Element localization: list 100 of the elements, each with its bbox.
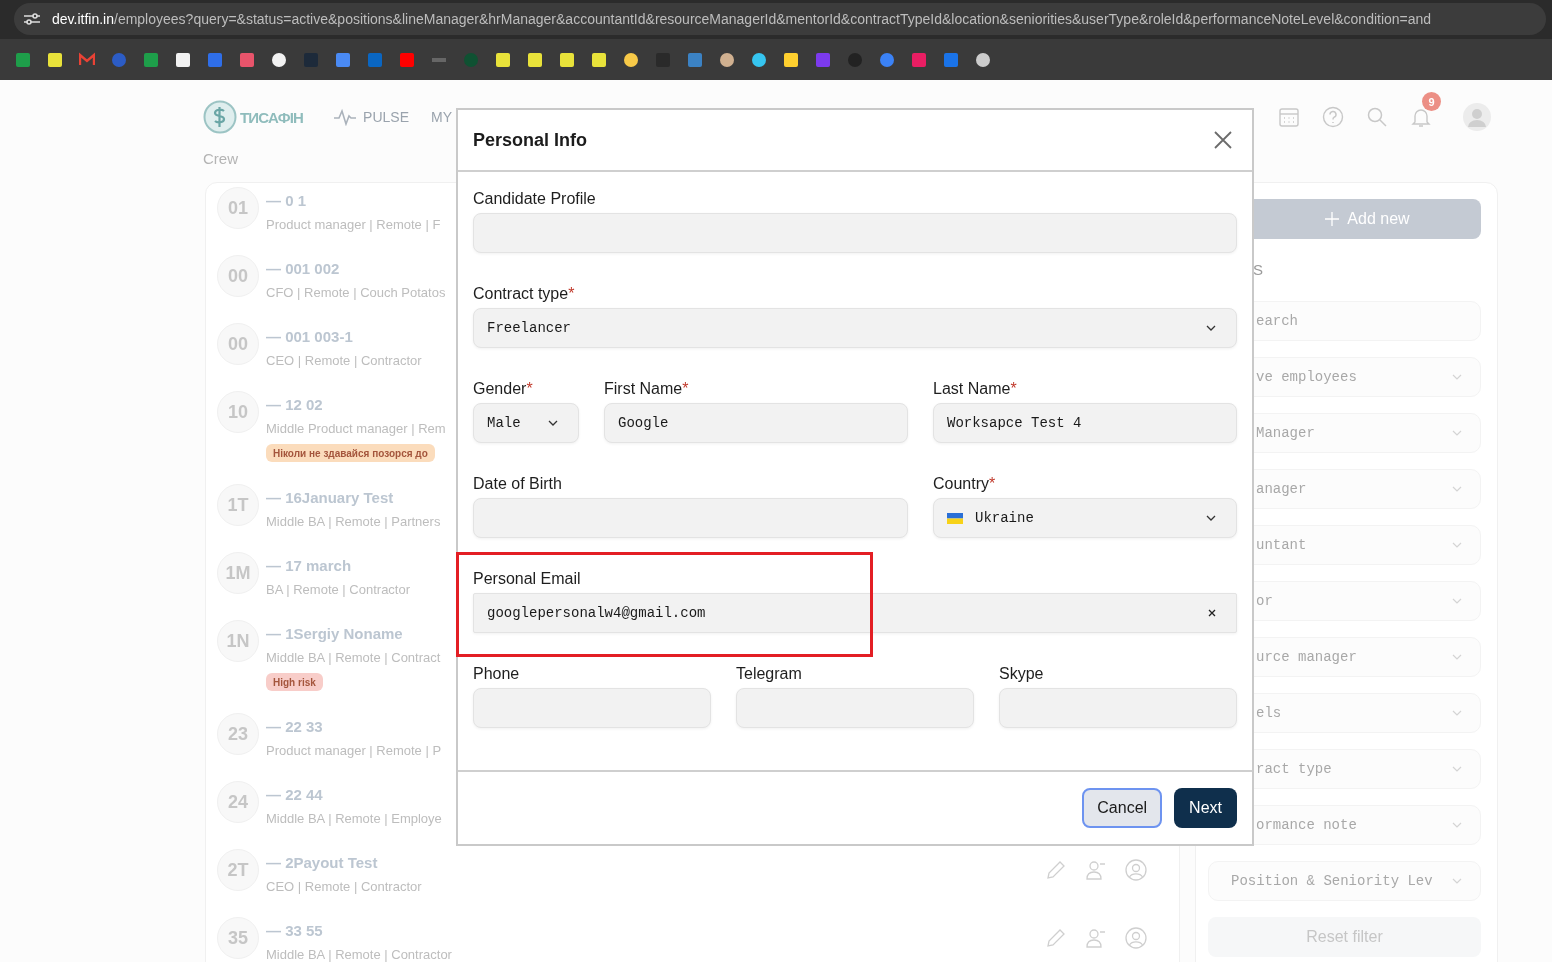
field-label: First Name* <box>604 379 689 399</box>
chevron-down-icon <box>1452 710 1462 716</box>
search-icon[interactable] <box>1366 106 1388 128</box>
logo-text: ТИСАФІН <box>240 108 304 126</box>
employee-name[interactable]: — 22 33 <box>266 717 323 737</box>
field-label: Country* <box>933 474 996 494</box>
input-field[interactable]: Google <box>604 403 908 443</box>
input-field[interactable]: googlepersonalw4@gmail.com <box>473 593 1237 633</box>
employee-details: CEO | Remote | Contractor <box>266 878 422 895</box>
employee-name[interactable]: — 17 march <box>266 556 352 576</box>
employee-details: Product manager | Remote | F <box>266 216 441 233</box>
pencil-icon[interactable] <box>1045 927 1067 949</box>
chevron-down-icon <box>1452 822 1462 828</box>
select-field[interactable]: Male <box>473 403 579 443</box>
chevron-down-icon <box>1452 598 1462 604</box>
field-label: Candidate Profile <box>473 189 596 209</box>
field-label: Date of Birth <box>473 474 562 494</box>
bookmark-icon[interactable] <box>719 51 735 68</box>
flag-icon <box>947 512 963 524</box>
bookmark-icon[interactable] <box>175 51 191 68</box>
bell-icon[interactable] <box>1410 106 1432 128</box>
employee-details: Middle BA | Remote | Contract <box>266 649 441 666</box>
bookmark-icon[interactable] <box>47 51 63 68</box>
bookmark-icon[interactable] <box>591 51 607 68</box>
site-info-icon[interactable] <box>23 12 41 26</box>
chevron-down-icon <box>1206 325 1216 331</box>
user-circle-icon[interactable] <box>1125 859 1147 881</box>
bookmark-icon[interactable] <box>495 51 511 68</box>
employee-details: CEO | Remote | Contractor <box>266 352 422 369</box>
page-title: Crew <box>203 149 239 169</box>
field-label: Gender* <box>473 379 533 399</box>
modal-title: Personal Info <box>473 129 588 151</box>
input-field[interactable] <box>473 213 1237 253</box>
chevron-down-icon <box>1452 766 1462 772</box>
close-icon[interactable] <box>1214 131 1232 149</box>
employee-name[interactable]: — 22 44 <box>266 785 323 805</box>
clear-icon[interactable] <box>1208 609 1216 617</box>
field-label: Personal Email <box>473 569 581 589</box>
employee-details: Middle Product manager | Rem <box>266 420 446 437</box>
bookmark-icon[interactable] <box>975 51 991 68</box>
user-minus-icon[interactable] <box>1085 927 1107 949</box>
chevron-down-icon <box>1452 542 1462 548</box>
input-field[interactable] <box>473 688 711 728</box>
bookmark-icon[interactable] <box>271 51 287 68</box>
nav-link[interactable]: PULSE <box>333 108 409 126</box>
field-label: Phone <box>473 664 520 684</box>
employee-details: BA | Remote | Contractor <box>266 581 411 598</box>
bookmark-icon[interactable] <box>623 51 639 68</box>
select-field[interactable]: Ukraine <box>933 498 1237 538</box>
nav-link[interactable]: MY <box>431 109 452 125</box>
employee-name[interactable]: — 0 1 <box>266 191 307 211</box>
logo-icon <box>203 100 237 134</box>
user-minus-icon[interactable] <box>1085 859 1107 881</box>
status-tag: Ніколи не здавайся позорся до <box>266 444 435 462</box>
field-label: Skype <box>999 664 1044 684</box>
bookmark-icon[interactable] <box>783 51 799 68</box>
chevron-down-icon <box>1452 654 1462 660</box>
employee-name[interactable]: — 1Sergiy Noname <box>266 624 403 644</box>
next-button[interactable]: Next <box>1174 788 1237 828</box>
employee-name[interactable]: — 001 002 <box>266 259 340 279</box>
employee-name[interactable]: — 001 003-1 <box>266 327 353 347</box>
field-label: Last Name* <box>933 379 1017 399</box>
cancel-button[interactable]: Cancel <box>1082 788 1163 828</box>
calendar-icon[interactable] <box>1278 106 1300 128</box>
select-field[interactable]: Freelancer <box>473 308 1237 348</box>
chevron-down-icon <box>1452 878 1462 884</box>
filters-heading: S <box>1252 260 1264 280</box>
input-field[interactable] <box>999 688 1237 728</box>
chevron-down-icon <box>548 420 558 426</box>
employee-details: Middle BA | Remote | Employe <box>266 810 442 827</box>
bookmark-icon[interactable] <box>527 51 543 68</box>
pencil-icon[interactable] <box>1045 859 1067 881</box>
employee-name[interactable]: — 16January Test <box>266 488 394 508</box>
employee-details: Middle BA | Remote | Partners <box>266 513 441 530</box>
address-bar[interactable] <box>14 3 1546 35</box>
bookmark-icon[interactable] <box>751 51 767 68</box>
field-label: Contract type* <box>473 284 575 304</box>
field-label: Telegram <box>736 664 802 684</box>
chevron-down-icon <box>1206 515 1216 521</box>
plus-icon <box>1325 212 1340 226</box>
employee-name[interactable]: — 33 55 <box>266 921 323 941</box>
user-circle-icon[interactable] <box>1125 927 1147 949</box>
chevron-down-icon <box>1452 430 1462 436</box>
chevron-down-icon <box>1452 374 1462 380</box>
employee-details: CFO | Remote | Couch Potatos <box>266 284 446 301</box>
chevron-down-icon <box>1452 486 1462 492</box>
input-field[interactable]: Worksapce Test 4 <box>933 403 1237 443</box>
status-tag: High risk <box>266 673 323 691</box>
filter-dropdown[interactable]: Position & Seniority Lev <box>1208 861 1481 901</box>
notification-badge: 9 <box>1422 92 1441 111</box>
employee-details: Middle BA | Remote | Contractor <box>266 946 452 962</box>
input-field[interactable] <box>473 498 908 538</box>
input-field[interactable] <box>736 688 974 728</box>
help-icon[interactable] <box>1322 106 1344 128</box>
employee-name[interactable]: — 12 02 <box>266 395 323 415</box>
employee-name[interactable]: — 2Payout Test <box>266 853 378 873</box>
avatar-icon[interactable] <box>1462 102 1492 132</box>
employee-details: Product manager | Remote | P <box>266 742 442 759</box>
bookmark-icon[interactable] <box>559 51 575 68</box>
pulse-icon <box>333 108 358 126</box>
